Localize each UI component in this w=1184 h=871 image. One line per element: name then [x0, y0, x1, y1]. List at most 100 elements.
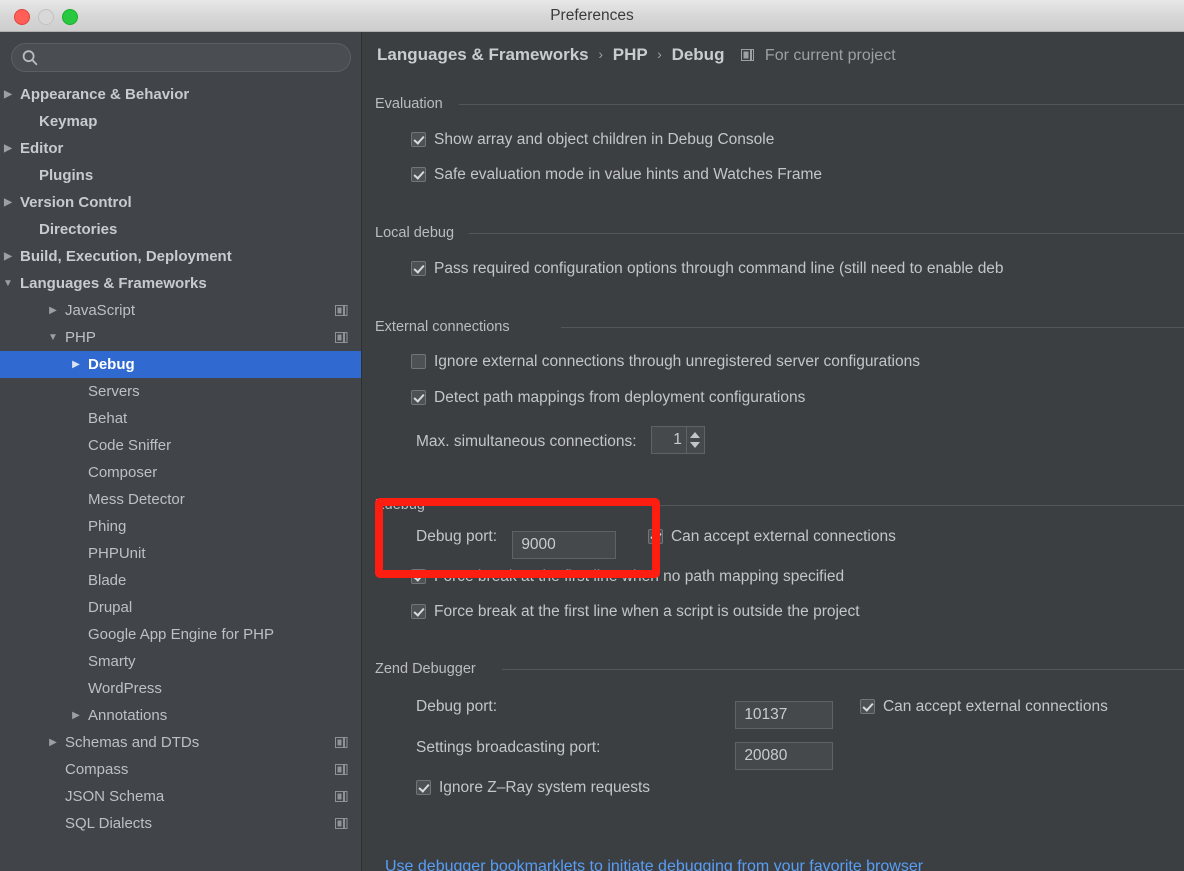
- checkbox-show-array-children[interactable]: Show array and object children in Debug …: [411, 131, 774, 149]
- sidebar-item-annotations[interactable]: ▶ Annotations: [0, 702, 361, 729]
- zend-can-accept-label: Can accept external connections: [882, 698, 1108, 715]
- sidebar-item-drupal[interactable]: Drupal: [0, 594, 361, 621]
- checkbox-ignore-external-connections[interactable]: Ignore external connections through unre…: [411, 353, 920, 371]
- section-xdebug-header: Xdebug: [375, 497, 1184, 517]
- checkbox-label: Pass required configuration options thro…: [434, 260, 1004, 277]
- sidebar-item-label: Debug: [88, 356, 135, 373]
- sidebar-item-label: SQL Dialects: [65, 815, 152, 832]
- stepper-up-icon[interactable]: [689, 432, 700, 438]
- chevron-right-icon[interactable]: ▶: [1, 135, 15, 162]
- breadcrumb-item-debug: Debug: [671, 45, 725, 64]
- zend-broadcast-port-input[interactable]: [735, 742, 834, 770]
- sidebar-item-json-schema[interactable]: JSON Schema: [0, 783, 361, 810]
- section-evaluation-header: Evaluation: [375, 96, 1184, 116]
- sidebar-item-label: Editor: [20, 140, 64, 157]
- chevron-down-icon[interactable]: ▼: [1, 270, 15, 297]
- xdebug-debug-port-row: Debug port: Can accept external connecti…: [416, 528, 896, 559]
- chevron-right-icon[interactable]: ▶: [46, 729, 60, 756]
- breadcrumb-item-languages[interactable]: Languages & Frameworks: [377, 45, 589, 64]
- chevron-right-icon[interactable]: ▶: [1, 81, 15, 108]
- checkbox-box[interactable]: [416, 780, 431, 795]
- sidebar-item-javascript[interactable]: ▶ JavaScript: [0, 297, 361, 324]
- section-divider: [502, 669, 1184, 670]
- sidebar-item-label: Keymap: [39, 113, 98, 130]
- checkbox-box[interactable]: [411, 390, 426, 405]
- sidebar-item-phing[interactable]: Phing: [0, 513, 361, 540]
- chevron-right-icon[interactable]: ▶: [69, 702, 83, 729]
- checkbox-box[interactable]: [411, 569, 426, 584]
- sidebar-item-label: Version Control: [20, 194, 132, 211]
- chevron-right-icon[interactable]: ▶: [1, 189, 15, 216]
- sidebar-item-behat[interactable]: Behat: [0, 405, 361, 432]
- zend-debug-port-input[interactable]: [735, 701, 834, 729]
- sidebar-item-plugins[interactable]: Plugins: [0, 162, 361, 189]
- sidebar-item-schemas-and-dtds[interactable]: ▶ Schemas and DTDs: [0, 729, 361, 756]
- stepper-down-icon[interactable]: [689, 442, 700, 448]
- debugger-bookmarklets-link[interactable]: Use debugger bookmarklets to initiate de…: [385, 858, 923, 871]
- sidebar-item-label: Appearance & Behavior: [20, 86, 190, 103]
- sidebar-item-sql-dialects[interactable]: SQL Dialects: [0, 810, 361, 837]
- sidebar-item-phpunit[interactable]: PHPUnit: [0, 540, 361, 567]
- checkbox-detect-path-mappings[interactable]: Detect path mappings from deployment con…: [411, 389, 805, 407]
- chevron-down-icon[interactable]: ▼: [46, 324, 60, 351]
- section-title: Xdebug: [375, 497, 433, 513]
- sidebar-item-blade[interactable]: Blade: [0, 567, 361, 594]
- search-input[interactable]: [44, 44, 348, 73]
- chevron-right-icon[interactable]: ▶: [69, 351, 83, 378]
- module-scope-icon: [335, 764, 348, 775]
- sidebar-item-keymap[interactable]: Keymap: [0, 108, 361, 135]
- checkbox-safe-evaluation-mode[interactable]: Safe evaluation mode in value hints and …: [411, 166, 822, 184]
- sidebar-item-appearance-behavior[interactable]: ▶ Appearance & Behavior: [0, 81, 361, 108]
- module-scope-icon: [335, 305, 348, 316]
- stepper-buttons[interactable]: [685, 427, 704, 453]
- chevron-right-icon[interactable]: ▶: [46, 297, 60, 324]
- sidebar-item-code-sniffer[interactable]: Code Sniffer: [0, 432, 361, 459]
- sidebar-item-google-app-engine-for-php[interactable]: Google App Engine for PHP: [0, 621, 361, 648]
- sidebar-item-php[interactable]: ▼ PHP: [0, 324, 361, 351]
- sidebar-item-editor[interactable]: ▶ Editor: [0, 135, 361, 162]
- module-scope-icon: [335, 791, 348, 802]
- xdebug-can-accept-label: Can accept external connections: [670, 528, 896, 545]
- checkbox-label: Ignore external connections through unre…: [434, 353, 920, 370]
- sidebar-item-label: Directories: [39, 221, 118, 238]
- module-scope-icon: [741, 49, 755, 61]
- checkbox-box[interactable]: [411, 261, 426, 276]
- max-connections-stepper[interactable]: 1: [650, 426, 705, 454]
- checkbox-box[interactable]: [411, 354, 426, 369]
- checkbox-force-break-outside-project[interactable]: Force break at the first line when a scr…: [411, 603, 860, 621]
- sidebar-item-wordpress[interactable]: WordPress: [0, 675, 361, 702]
- checkbox-ignore-zray[interactable]: Ignore Z–Ray system requests: [416, 779, 650, 797]
- sidebar-item-directories[interactable]: Directories: [0, 216, 361, 243]
- zend-broadcast-port-label: Settings broadcasting port:: [416, 739, 601, 756]
- sidebar-item-compass[interactable]: Compass: [0, 756, 361, 783]
- xdebug-debug-port-input[interactable]: [512, 531, 617, 559]
- sidebar-item-composer[interactable]: Composer: [0, 459, 361, 486]
- sidebar-item-label: Phing: [88, 518, 127, 535]
- breadcrumb-item-php[interactable]: PHP: [613, 45, 648, 64]
- module-scope-icon: [335, 332, 348, 343]
- sidebar-item-debug[interactable]: ▶ Debug: [0, 351, 361, 378]
- sidebar-item-label: Schemas and DTDs: [65, 734, 200, 751]
- checkbox-box[interactable]: [411, 167, 426, 182]
- sidebar-item-languages-frameworks[interactable]: ▼ Languages & Frameworks: [0, 270, 361, 297]
- sidebar-item-build-execution-deployment[interactable]: ▶ Build, Execution, Deployment: [0, 243, 361, 270]
- sidebar-item-version-control[interactable]: ▶ Version Control: [0, 189, 361, 216]
- sidebar-item-label: Google App Engine for PHP: [88, 626, 274, 643]
- sidebar-item-label: Mess Detector: [88, 491, 185, 508]
- zend-debug-port-label: Debug port:: [416, 698, 497, 715]
- sidebar-item-servers[interactable]: Servers: [0, 378, 361, 405]
- checkbox-pass-required-config[interactable]: Pass required configuration options thro…: [411, 260, 1004, 278]
- checkbox-box[interactable]: [647, 529, 663, 544]
- max-connections-row: Max. simultaneous connections: 1: [416, 426, 705, 454]
- search-field[interactable]: [11, 43, 351, 73]
- checkbox-box[interactable]: [411, 604, 426, 619]
- sidebar-item-smarty[interactable]: Smarty: [0, 648, 361, 675]
- chevron-right-icon[interactable]: ▶: [1, 243, 15, 270]
- sidebar-item-mess-detector[interactable]: Mess Detector: [0, 486, 361, 513]
- breadcrumb-separator: ›: [598, 46, 604, 62]
- checkbox-box[interactable]: [859, 699, 875, 714]
- checkbox-force-break-no-path-mapping[interactable]: Force break at the first line when no pa…: [411, 568, 844, 586]
- sidebar-item-label: PHP: [65, 329, 96, 346]
- sidebar-item-label: Plugins: [39, 167, 94, 184]
- checkbox-box[interactable]: [411, 132, 426, 147]
